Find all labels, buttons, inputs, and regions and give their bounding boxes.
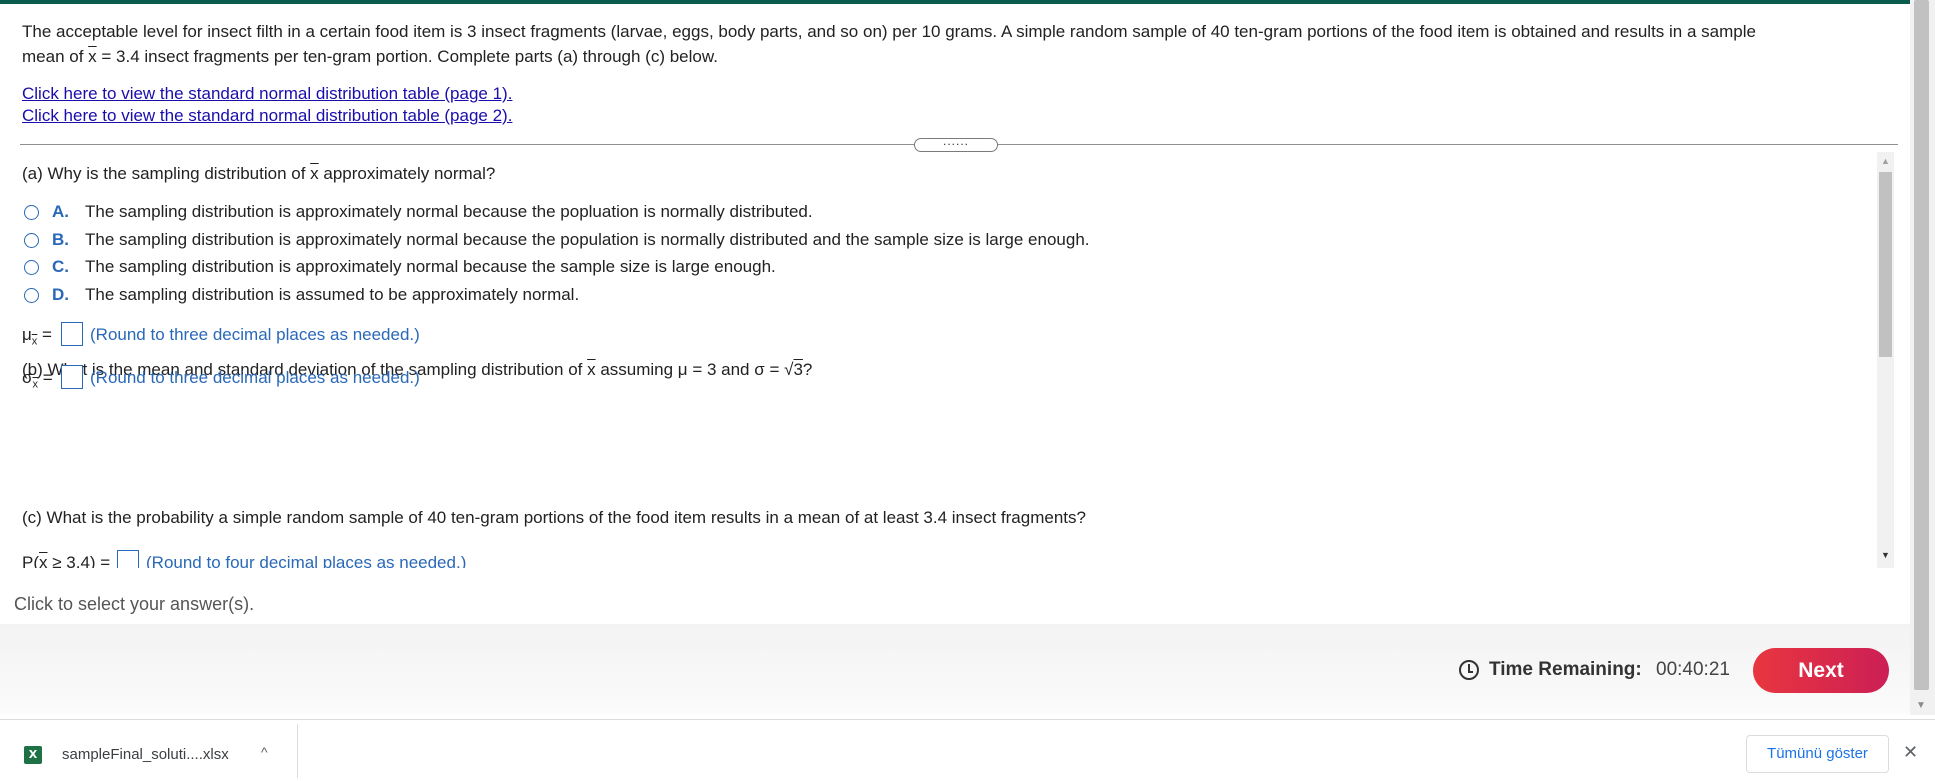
radio-button[interactable]: [24, 288, 39, 303]
download-filename[interactable]: sampleFinal_soluti....xlsx: [62, 746, 229, 763]
mean-input[interactable]: [61, 322, 83, 346]
sd-rounding-hint: (Round to three decimal places as needed…: [90, 368, 420, 387]
xbar-symbol: x: [310, 164, 319, 183]
excel-file-icon[interactable]: X: [24, 746, 42, 764]
option-text: The sampling distribution is approximate…: [85, 202, 813, 221]
chevron-up-icon[interactable]: ^: [261, 744, 268, 760]
show-all-button[interactable]: Tümünü göster: [1746, 735, 1889, 773]
normal-table-page1-link[interactable]: Click here to view the standard normal d…: [22, 84, 512, 104]
option-letter: C.: [52, 257, 69, 276]
xbar-symbol: x: [88, 47, 97, 66]
scroll-down-icon[interactable]: ▼: [1916, 700, 1926, 711]
divider-resize-handle[interactable]: ......: [914, 135, 998, 152]
part-b-post: assuming μ = 3 and σ =: [595, 360, 785, 379]
sd-input[interactable]: [61, 365, 83, 389]
select-answer-hint: Click to select your answer(s).: [14, 594, 255, 614]
mean-label: μx =: [22, 325, 52, 347]
pane-scrollbar[interactable]: ▲ ▼: [1877, 152, 1894, 568]
option-text: The sampling distribution is approximate…: [85, 257, 776, 276]
scroll-down-icon[interactable]: ▼: [1881, 550, 1890, 560]
download-separator: [297, 724, 298, 778]
part-c-question: (c) What is the probability a simple ran…: [22, 508, 1086, 527]
answer-pane: (a) Why is the sampling distribution of …: [0, 152, 1895, 568]
option-letter: A.: [52, 202, 69, 221]
equals-sign: =: [38, 368, 53, 387]
part-a-pre: (a) Why is the sampling distribution of: [22, 164, 311, 183]
part-a-post: approximately normal?: [318, 164, 496, 183]
question-line-2-post: = 3.4 insect fragments per ten-gram port…: [96, 47, 718, 66]
clock-icon: [1459, 660, 1479, 680]
probability-input[interactable]: [117, 550, 139, 568]
part-b-end: ?: [802, 360, 813, 379]
normal-table-page2-link[interactable]: Click here to view the standard normal d…: [22, 106, 512, 126]
option-text: The sampling distribution is assumed to …: [85, 285, 580, 304]
download-bar: [0, 719, 1935, 781]
question-line-2-pre: mean of: [22, 47, 89, 66]
probability-label: P(x ≥ 3.4) =: [22, 553, 110, 568]
next-button[interactable]: Next: [1753, 648, 1889, 693]
close-icon[interactable]: ✕: [1903, 742, 1918, 763]
option-text: The sampling distribution is approximate…: [85, 230, 1090, 249]
time-remaining-value: 00:40:21: [1656, 659, 1730, 680]
scroll-up-icon[interactable]: ▲: [1881, 156, 1890, 166]
part-a-question: (a) Why is the sampling distribution of …: [22, 164, 495, 184]
probability-rounding-hint: (Round to four decimal places as needed.…: [146, 553, 467, 568]
mean-rounding-hint: (Round to three decimal places as needed…: [90, 325, 420, 344]
window-scrollbar[interactable]: ▼: [1910, 0, 1935, 715]
sd-label: σx =: [22, 368, 53, 390]
sigma-symbol: σ: [22, 368, 33, 387]
time-remaining-label: Time Remaining:: [1489, 659, 1642, 680]
window-scrollbar-thumb[interactable]: [1914, 0, 1929, 690]
xbar-symbol: x: [587, 360, 596, 379]
question-stem: The acceptable level for insect filth in…: [22, 19, 1892, 69]
p-pre: P(: [22, 553, 39, 568]
question-line-1: The acceptable level for insect filth in…: [22, 22, 1756, 41]
p-post: ≥ 3.4) =: [47, 553, 111, 568]
equals-sign: =: [37, 325, 52, 344]
radio-button[interactable]: [24, 205, 39, 220]
option-letter: B.: [52, 230, 69, 249]
sqrt-argument: 3: [793, 360, 803, 379]
mu-symbol: μ: [22, 325, 32, 344]
radio-button[interactable]: [24, 260, 39, 275]
top-accent-bar: [0, 0, 1910, 4]
radio-button[interactable]: [24, 233, 39, 248]
xbar-symbol: x: [39, 553, 48, 568]
pane-scrollbar-thumb[interactable]: [1879, 172, 1892, 357]
option-letter: D.: [52, 285, 69, 304]
